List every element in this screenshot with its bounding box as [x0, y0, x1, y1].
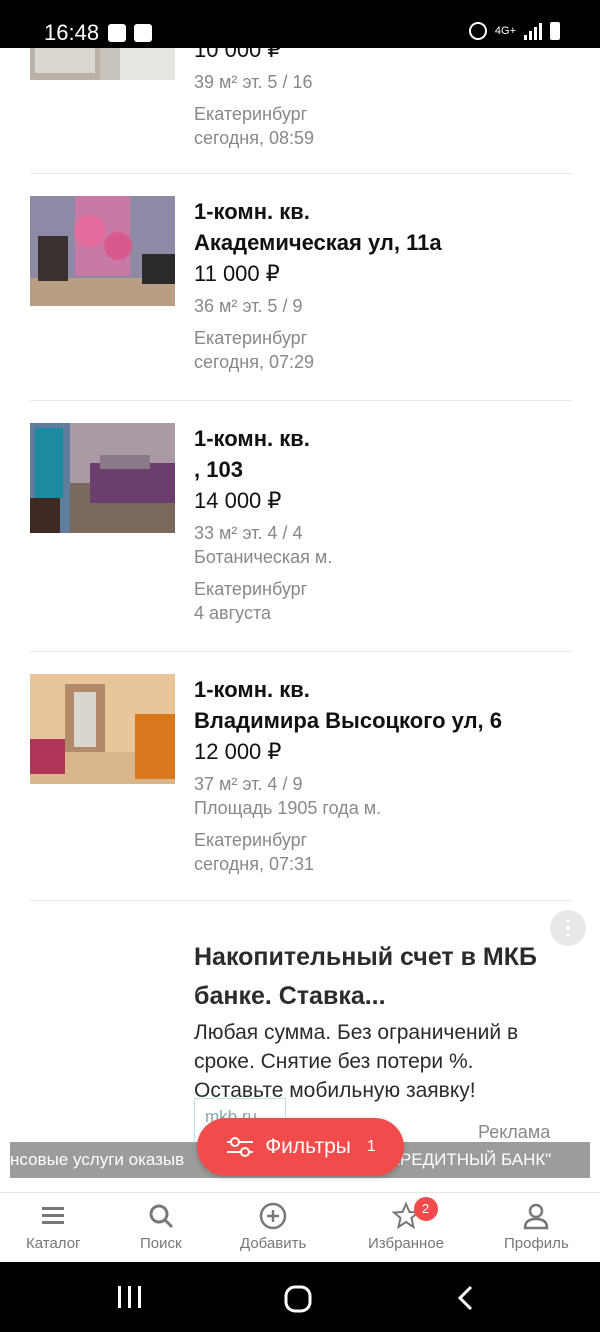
status-bar: 16:48 4G+: [0, 0, 600, 48]
search-icon: [149, 1204, 173, 1229]
listing-photo[interactable]: [30, 674, 175, 784]
listing-price: 14 000 ₽: [194, 488, 282, 513]
status-icons: 4G+: [468, 22, 560, 40]
listing-photo[interactable]: [30, 423, 175, 533]
back-icon[interactable]: [455, 1284, 475, 1312]
app-notification-icon: [134, 24, 152, 42]
listing-date: сегодня, 07:29: [194, 352, 315, 372]
favorites-badge: 2: [413, 1197, 438, 1221]
listing-photo[interactable]: [30, 196, 175, 306]
ad-disclaimer-left: нсовые услуги оказыв: [10, 1150, 185, 1169]
nav-search-label: Поиск: [140, 1235, 182, 1252]
listing-area: 33 м² эт. 4 / 4: [194, 523, 303, 543]
listing-price: 12 000 ₽: [194, 739, 282, 764]
listing-area: 39 м² эт. 5 / 16: [194, 72, 313, 92]
status-time: 16:48: [44, 20, 100, 45]
listing-city: Екатеринбург: [194, 328, 308, 348]
filters-button[interactable]: Фильтры 1: [197, 1118, 404, 1176]
listing-item[interactable]: 10 000 ₽ 39 м² эт. 5 / 16 Екатеринбург с…: [0, 48, 600, 173]
listing-info: 1-комн. кв. , 103 14 000 ₽ 33 м² эт. 4 /…: [194, 423, 584, 625]
listing-photo[interactable]: [30, 48, 175, 80]
bottom-navigation: Каталог Поиск Добавить 2 Избранное Профи…: [0, 1192, 600, 1262]
nav-favorites[interactable]: 2 Избранное: [368, 1197, 445, 1252]
system-navigation-bar: [0, 1262, 600, 1332]
nav-favorites-label: Избранное: [368, 1235, 445, 1252]
home-icon[interactable]: [283, 1284, 313, 1314]
listing-date: 4 августа: [194, 603, 272, 623]
signal-icon: [524, 22, 542, 40]
listing-item[interactable]: 1-комн. кв. Академическая ул, 11а 11 000…: [0, 174, 600, 400]
listing-address: , 103: [194, 457, 243, 482]
listing-date: сегодня, 07:31: [194, 854, 315, 874]
listing-address: Академическая ул, 11а: [194, 230, 442, 255]
listing-type: 1-комн. кв.: [194, 426, 310, 451]
listing-info: 10 000 ₽ 39 м² эт. 5 / 16 Екатеринбург с…: [194, 48, 584, 150]
listing-city: Екатеринбург: [194, 579, 308, 599]
battery-icon: [550, 22, 560, 40]
listing-info: 1-комн. кв. Владимира Высоцкого ул, 6 12…: [194, 674, 584, 876]
alarm-icon: [468, 22, 487, 40]
listing-type: 1-комн. кв.: [194, 677, 310, 702]
listing-price: 10 000 ₽: [194, 48, 282, 62]
recent-apps-icon[interactable]: [116, 1284, 144, 1310]
add-circle-icon: [259, 1202, 287, 1230]
nav-search[interactable]: Поиск: [140, 1201, 182, 1252]
listing-metro: Ботаническая м.: [194, 547, 333, 567]
listing-city: Екатеринбург: [194, 104, 308, 124]
nav-add[interactable]: Добавить: [240, 1201, 306, 1252]
ad-more-icon[interactable]: [550, 910, 586, 946]
listing-item[interactable]: 1-комн. кв. Владимира Высоцкого ул, 6 12…: [0, 652, 600, 900]
network-type: 4G+: [494, 25, 516, 37]
nav-profile-label: Профиль: [504, 1235, 569, 1252]
listing-type: 1-комн. кв.: [194, 199, 310, 224]
listing-area: 37 м² эт. 4 / 9: [194, 774, 303, 794]
nav-profile[interactable]: Профиль: [504, 1201, 569, 1252]
listing-date: сегодня, 08:59: [194, 128, 315, 148]
ad-title[interactable]: Накопительный счет в МКБ банке. Ставка..…: [194, 938, 554, 1016]
filter-sliders-icon: [227, 1137, 254, 1157]
listing-price: 11 000 ₽: [194, 261, 280, 286]
listing-area: 36 м² эт. 5 / 9: [194, 296, 303, 316]
nav-catalog[interactable]: Каталог: [26, 1201, 81, 1252]
profile-icon: [524, 1203, 549, 1230]
listing-item[interactable]: 1-комн. кв. , 103 14 000 ₽ 33 м² эт. 4 /…: [0, 401, 600, 651]
menu-icon: [42, 1207, 65, 1224]
listing-feed[interactable]: 10 000 ₽ 39 м² эт. 5 / 16 Екатеринбург с…: [0, 48, 600, 1190]
listing-address: Владимира Высоцкого ул, 6: [194, 708, 503, 733]
listing-metro: Площадь 1905 года м.: [194, 798, 382, 818]
listing-info: 1-комн. кв. Академическая ул, 11а 11 000…: [194, 196, 584, 374]
vk-notification-icon: [108, 24, 126, 42]
ad-label: Реклама: [478, 1122, 551, 1142]
ad-text: Любая сумма. Без ограничений в сроке. Сн…: [194, 1021, 519, 1102]
ad-disclaimer-right: КРЕДИТНЫЙ БАНК": [390, 1150, 552, 1169]
nav-catalog-label: Каталог: [26, 1235, 81, 1252]
listing-city: Екатеринбург: [194, 830, 308, 850]
filters-label: Фильтры: [265, 1135, 351, 1158]
filters-count: 1: [366, 1138, 376, 1155]
nav-add-label: Добавить: [240, 1235, 307, 1252]
